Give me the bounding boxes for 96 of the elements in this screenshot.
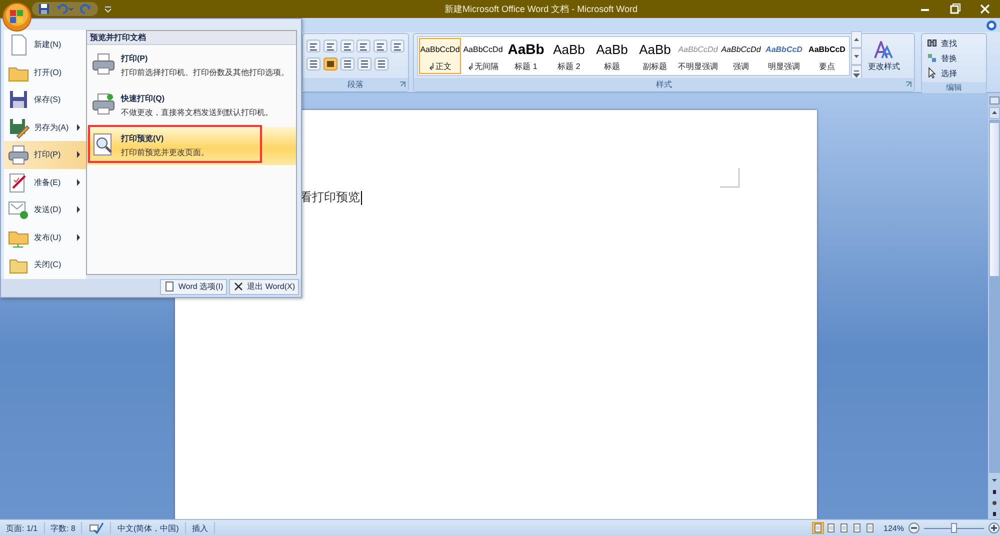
style-preview: AaBb <box>553 40 585 58</box>
menu-item[interactable]: 另存为(A) <box>4 114 86 141</box>
submenu-item-description: 不做更改，直接将文档发送到默认打印机。 <box>121 107 273 118</box>
menu-item[interactable]: 新建(N) <box>4 31 86 58</box>
view-button[interactable] <box>864 522 876 534</box>
printer-check-icon <box>91 92 116 117</box>
scroll-thumb[interactable] <box>988 122 1000 277</box>
view-button[interactable] <box>838 522 850 534</box>
group-label: 段落 <box>348 79 364 90</box>
style-name: 正文 <box>436 61 452 72</box>
replace-icon <box>926 52 938 64</box>
editing-button[interactable]: 替换 <box>926 52 982 64</box>
style-preview: AaBb <box>639 40 671 58</box>
style-name: 明显强调 <box>768 61 800 72</box>
style-name: 强调 <box>733 61 749 72</box>
margin-corner-mark <box>720 168 740 188</box>
cursor-icon <box>926 67 938 79</box>
view-button[interactable] <box>850 522 863 534</box>
proofing-icon[interactable] <box>88 522 104 534</box>
toolbar-icon[interactable] <box>306 39 321 53</box>
binoculars-icon <box>926 37 938 49</box>
submenu-item-title: 打印预览(V) <box>121 133 165 144</box>
dialog-launcher-icon[interactable] <box>905 81 912 88</box>
style-preview: AaBbCcDd <box>463 44 503 56</box>
menu-item[interactable]: 关闭(C) <box>4 251 86 278</box>
ruler-toggle-icon[interactable] <box>988 95 1000 106</box>
style-preview: AaBb <box>596 40 628 58</box>
view-button[interactable] <box>824 522 837 534</box>
style-preview: AaBbCcD <box>808 44 846 56</box>
zoom-out-icon[interactable] <box>908 522 920 534</box>
menu-item[interactable]: 保存(S) <box>4 86 86 114</box>
submenu-item-description: 打印前预览并更改页面。 <box>121 147 209 158</box>
scroll-down-icon[interactable] <box>851 48 862 64</box>
submenu-item-title: 打印(P) <box>121 53 149 64</box>
toolbar-icon[interactable] <box>357 57 372 71</box>
insert-mode[interactable]: 插入 <box>186 522 215 534</box>
toolbar-icon[interactable] <box>322 39 338 53</box>
menu-button[interactable]: Word 选项(I) <box>160 278 228 295</box>
zoom-in-icon[interactable] <box>988 522 1000 534</box>
toolbar-icon[interactable] <box>374 57 389 71</box>
editing-button[interactable]: 查找 <box>926 37 982 49</box>
submenu-item-title: 快速打印(Q) <box>121 93 166 104</box>
style-preview: AaBbCcDd <box>420 44 460 56</box>
zoom-slider-thumb[interactable] <box>951 522 957 532</box>
dialog-launcher-icon[interactable] <box>399 81 406 88</box>
menu-item[interactable]: 发布(U) <box>4 224 86 251</box>
shading-icon[interactable] <box>323 57 338 71</box>
language-indicator[interactable]: 中文(简体，中国) <box>111 522 186 534</box>
menu-item[interactable]: 准备(E) <box>4 168 86 196</box>
style-preview: AaBbCcDd <box>678 44 718 56</box>
group-label: 样式 <box>656 79 672 90</box>
submenu-item[interactable]: 打印(P) 打印前选择打印机、打印份数及其他打印选项。 <box>87 47 296 85</box>
style-name: 副标题 <box>643 61 667 72</box>
style-name: 要点 <box>819 61 835 72</box>
view-button[interactable] <box>812 522 824 534</box>
menu-button[interactable]: 退出 Word(X) <box>229 278 299 295</box>
scroll-up-icon[interactable] <box>988 107 1000 119</box>
document-icon <box>164 281 176 292</box>
style-preview: AaBbCcD <box>766 44 802 56</box>
menu-item[interactable]: 打开(O) <box>4 58 86 86</box>
styles-letters-icon <box>874 40 894 58</box>
toolbar-icon[interactable] <box>340 57 355 71</box>
page-count[interactable]: 页面: 1/1 <box>0 522 45 534</box>
menu-item[interactable]: 打印(P) <box>4 141 86 168</box>
text-cursor <box>361 190 362 204</box>
toolbar-icon[interactable] <box>356 39 372 53</box>
style-name: 标题 1 <box>514 61 538 72</box>
style-name: 不明显强调 <box>678 61 718 72</box>
scroll-up-icon[interactable] <box>851 30 862 48</box>
zoom-level[interactable]: 124% <box>884 524 904 532</box>
style-preview: AaBbCcDd <box>721 44 761 56</box>
printer-icon <box>91 52 116 77</box>
style-item[interactable]: AaBbCcDd 正文 <box>419 38 461 74</box>
style-name: 标题 <box>604 61 620 72</box>
submenu-item-description: 打印前选择打印机、打印份数及其他打印选项。 <box>121 67 289 78</box>
toolbar-icon[interactable] <box>306 57 321 71</box>
customize-caret-icon[interactable] <box>104 5 112 13</box>
submenu-title: 预览并打印文档 <box>87 31 296 45</box>
save-icon[interactable] <box>38 3 50 15</box>
help-icon[interactable] <box>986 20 997 30</box>
menu-item[interactable]: 发送(D) <box>4 196 86 224</box>
submenu-item[interactable]: 打印预览(V) 打印前预览并更改页面。 <box>87 127 296 165</box>
style-name: 标题 2 <box>558 61 580 72</box>
change-styles-button[interactable]: 更改样式 <box>866 40 902 72</box>
toolbar-icon[interactable] <box>373 39 388 53</box>
printer-icon <box>7 143 30 166</box>
group-label: 编辑 <box>946 82 962 93</box>
submenu-item[interactable]: 快速打印(Q) 不做更改，直接将文档发送到默认打印机。 <box>87 87 296 125</box>
style-preview: AaBb <box>508 40 544 59</box>
editing-button[interactable]: 选择 <box>926 67 982 79</box>
window-title: 新建Microsoft Office Word 文档 - Microsoft Word <box>443 2 639 16</box>
toolbar-icon[interactable] <box>340 39 354 53</box>
toolbar-icon[interactable] <box>390 39 405 53</box>
word-count[interactable]: 字数: 8 <box>44 522 82 534</box>
close-icon <box>233 281 244 292</box>
style-name: 无间隔 <box>474 61 498 72</box>
